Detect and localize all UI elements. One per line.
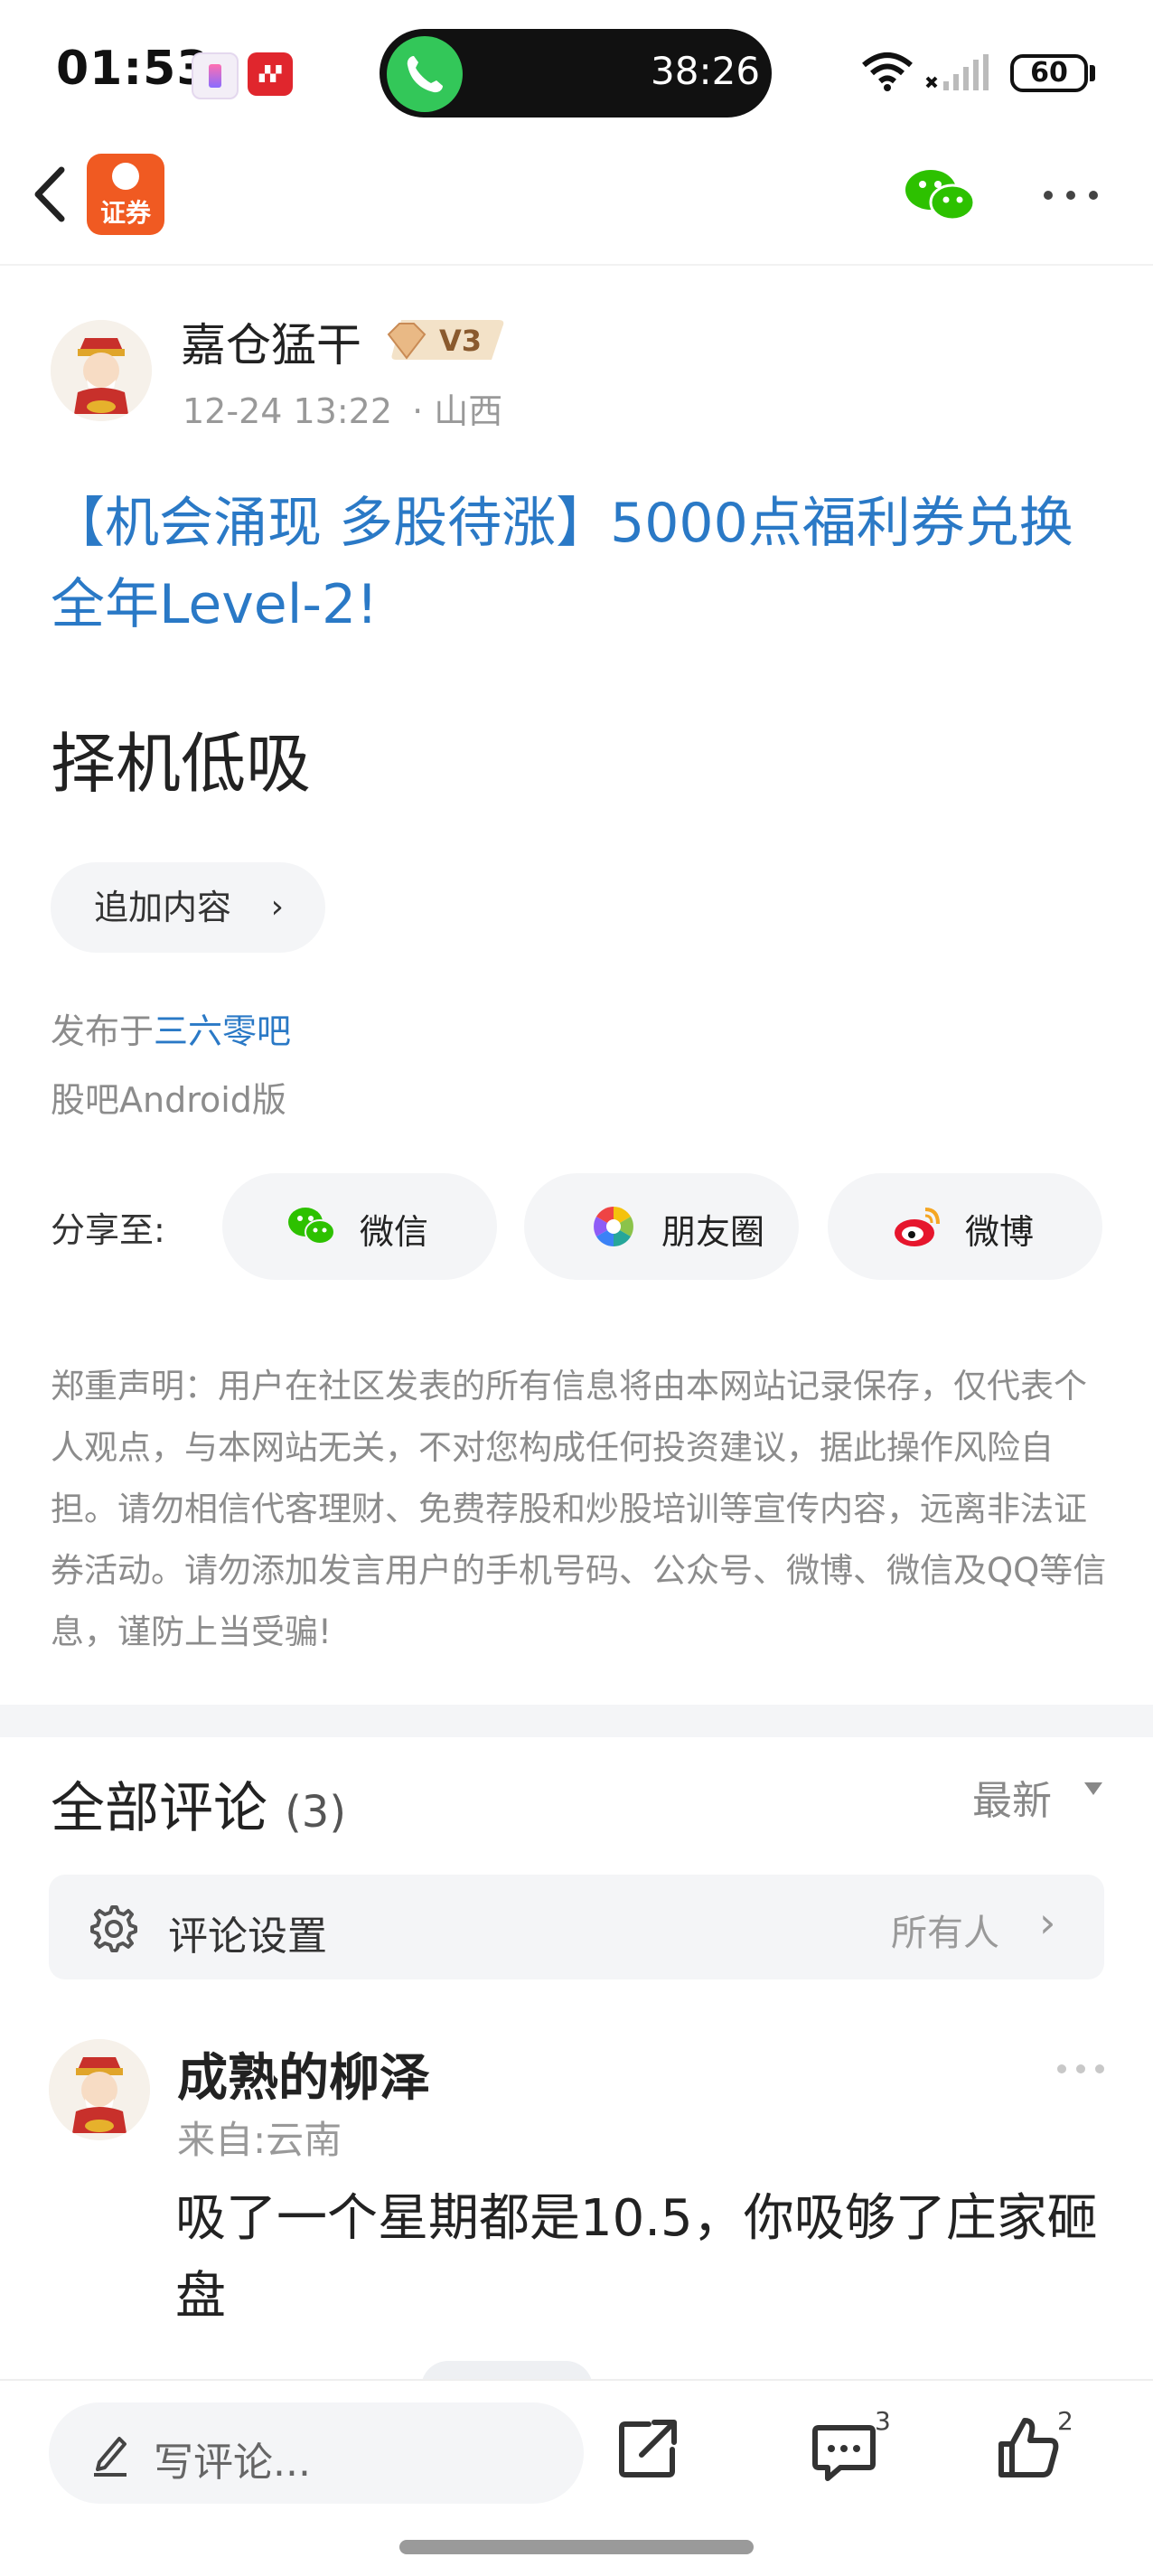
caret-down-icon — [1084, 1782, 1102, 1795]
battery-cap — [1090, 65, 1095, 81]
write-comment-input[interactable]: 写评论... — [49, 2402, 584, 2504]
commenter-avatar[interactable] — [49, 2039, 150, 2140]
logo-text: 证券 — [99, 198, 151, 228]
call-duration: 38:26 — [651, 49, 761, 93]
status-time: 01:53 — [56, 42, 211, 96]
commenter-location: 来自:云南 — [177, 2118, 342, 2162]
back-arrow-icon[interactable] — [25, 161, 76, 228]
add-content-button[interactable]: 追加内容 › — [51, 862, 325, 953]
share-out-icon[interactable] — [614, 2413, 683, 2482]
bar-link[interactable]: 三六零吧 — [154, 1011, 291, 1051]
published-prefix: 发布于 — [51, 1011, 155, 1051]
signal-icon — [925, 54, 989, 90]
post-datetime: 12-24 13:22 — [183, 391, 393, 431]
share-weibo-button[interactable]: 微博 — [828, 1173, 1102, 1280]
comment-text: 吸了一个星期都是10.5，你吸够了庄家砸盘 — [175, 2189, 1098, 2326]
wechat-share-icon[interactable] — [904, 166, 976, 224]
write-comment-placeholder: 写评论... — [154, 2440, 311, 2486]
author-name[interactable]: 嘉仓猛干 — [181, 309, 361, 374]
post-title-link[interactable]: 【机会涌现 多股待涨】5000点福利券兑换全年Level-2! — [51, 483, 1108, 645]
disclaimer: 郑重声明：用户在社区发表的所有信息将由本网站记录保存，仅代表个人观点，与本网站无… — [51, 1367, 1107, 1651]
pen-icon — [94, 2437, 127, 2477]
wifi-icon — [862, 52, 913, 91]
share-weibo-label: 微博 — [965, 1212, 1035, 1252]
comments-title: 全部评论 — [51, 1777, 267, 1840]
level-badge: V3 — [387, 320, 504, 360]
divider — [0, 264, 1153, 266]
app-notification-icon — [192, 52, 239, 99]
share-moments-button[interactable]: 朋友圈 — [524, 1173, 799, 1280]
sort-dropdown[interactable]: 最新 — [972, 1768, 1052, 1826]
share-wechat-label: 微信 — [360, 1212, 429, 1252]
comment-settings-row[interactable]: 评论设置 所有人 › — [49, 1875, 1104, 1979]
gear-icon — [90, 1905, 137, 1952]
add-content-label: 追加内容 — [94, 888, 232, 927]
published-in: 发布于三六零吧 — [51, 1003, 291, 1053]
battery-icon: 60 — [1010, 54, 1088, 92]
comments-header: 全部评论 (3) — [51, 1764, 346, 1843]
phone-icon — [387, 36, 463, 112]
comment-settings-value: 所有人 — [891, 1913, 999, 1954]
share-label: 分享至: — [51, 1210, 165, 1250]
chevron-right-icon: › — [270, 888, 284, 926]
app-notification-icon: ▞▞ — [248, 52, 293, 96]
svg-text:V3: V3 — [439, 324, 482, 358]
comment-settings-label: 评论设置 — [168, 1913, 327, 1960]
comment-more-icon[interactable] — [1055, 2063, 1106, 2075]
post-meta: 12-24 13:22 · 山西 — [183, 383, 502, 433]
comment-icon[interactable] — [810, 2417, 878, 2486]
securities-logo[interactable]: 证券 — [87, 154, 164, 235]
more-options-icon[interactable] — [1039, 186, 1102, 204]
status-bar: 01:53 ▞▞ 38:26 60 — [0, 0, 1153, 145]
weibo-icon — [895, 1208, 940, 1246]
wechat-icon — [288, 1208, 335, 1245]
comments-count: (3) — [285, 1787, 347, 1838]
post-location: · 山西 — [412, 391, 503, 431]
share-moments-label: 朋友圈 — [661, 1212, 765, 1252]
home-indicator[interactable] — [399, 2540, 754, 2554]
post-body: 择机低吸 — [51, 726, 312, 802]
moments-icon — [594, 1207, 633, 1246]
avatar[interactable] — [51, 320, 152, 421]
comment-count-badge: 3 — [875, 2406, 891, 2436]
client-source: 股吧Android版 — [51, 1080, 286, 1120]
chevron-right-icon: › — [1039, 1898, 1056, 1947]
like-icon[interactable] — [994, 2413, 1063, 2482]
commenter-name[interactable]: 成熟的柳泽 — [177, 2037, 430, 2111]
section-divider — [0, 1705, 1153, 1737]
share-wechat-button[interactable]: 微信 — [222, 1173, 497, 1280]
like-count-badge: 2 — [1057, 2406, 1073, 2436]
